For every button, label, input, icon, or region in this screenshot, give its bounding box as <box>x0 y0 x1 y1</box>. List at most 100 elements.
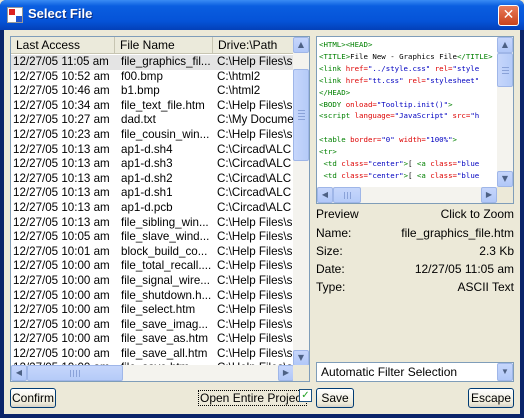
file-name-cell: f00.bmp <box>121 69 163 83</box>
file-list-row[interactable]: 12/27/05 10:34 am file_text_file.htm C:\He… <box>11 99 294 114</box>
file-list-row[interactable]: 12/27/05 10:13 am ap1-d.sh1 C:\Circad\ALC <box>11 186 294 201</box>
code-line: <script language="JavaScript" src="h <box>319 110 497 122</box>
preview-vertical-thumb[interactable] <box>497 53 513 87</box>
preview-horizontal-thumb[interactable] <box>333 187 361 203</box>
file-list-row[interactable]: 12/27/05 10:00 am file_shutdown.h... C:\He… <box>11 289 294 304</box>
file-list-row[interactable]: 12/27/05 10:13 am ap1-d.pcb C:\Circad\ALC <box>11 201 294 216</box>
code-token: class= <box>341 159 368 169</box>
app-icon <box>7 7 23 23</box>
scroll-up-icon[interactable]: ▲ <box>293 37 309 53</box>
size-label: Size: <box>316 244 343 258</box>
scroll-down-icon[interactable]: ▼ <box>293 350 309 366</box>
checkmark-icon[interactable]: ✓ <box>299 389 312 402</box>
preview-scroll-right-icon[interactable]: ▶ <box>481 187 497 203</box>
last-access-cell: 12/27/05 10:00 am <box>13 346 110 360</box>
file-list-row[interactable]: 12/27/05 11:05 am file_graphics_fil... C:\… <box>11 55 294 70</box>
file-name-cell: file_select.htm <box>121 303 196 317</box>
code-preview[interactable]: <HTML><HEAD> <TITLE>File New - Graphics F… <box>316 36 514 204</box>
code-preview-text: <HTML><HEAD> <TITLE>File New - Graphics F… <box>319 39 497 187</box>
file-list-row[interactable]: 12/27/05 10:13 am file_sibling_win... C:\H… <box>11 216 294 231</box>
code-token: "0" <box>381 135 395 145</box>
path-cell: C:\html2 <box>217 69 261 83</box>
close-button[interactable]: ✕ <box>498 5 519 26</box>
file-list-row[interactable]: 12/27/05 10:00 am file_select.htm C:\Help … <box>11 303 294 318</box>
confirm-button[interactable]: Confirm <box>10 388 56 408</box>
file-list-row[interactable]: 12/27/05 10:13 am ap1-d.sh2 C:\Circad\ALC <box>11 172 294 187</box>
title-bar[interactable]: Select File ✕ <box>0 0 524 30</box>
horizontal-scroll-thumb[interactable] <box>27 365 123 381</box>
code-token: "../style.css" <box>367 63 431 73</box>
last-access-cell: 12/27/05 10:13 am <box>13 215 110 229</box>
size-value: 2.3 Kb <box>479 244 514 258</box>
last-access-cell: 12/27/05 10:13 am <box>13 142 110 156</box>
last-access-cell: 12/27/05 10:00 am <box>13 303 110 317</box>
last-access-cell: 12/27/05 11:05 am <box>13 55 109 68</box>
file-list-row[interactable]: 12/27/05 10:05 am file_slave_wind... C:\He… <box>11 230 294 245</box>
code-token: "style <box>452 63 480 73</box>
code-token: <BODY <box>319 99 346 109</box>
code-token: [ <box>408 170 417 180</box>
path-cell: C:\Help Files\s <box>217 230 293 244</box>
last-access-cell: 12/27/05 10:13 am <box>13 157 110 171</box>
file-name-cell: file_cousin_win... <box>121 127 210 141</box>
path-cell: C:\Circad\ALC <box>217 157 292 171</box>
vertical-scroll-thumb[interactable] <box>293 69 309 161</box>
last-access-cell: 12/27/05 10:27 am <box>13 113 110 127</box>
code-token: <HTML><HEAD> <box>319 40 373 49</box>
code-token: <link <box>319 63 346 73</box>
column-file-name[interactable]: File Name <box>115 37 213 54</box>
scroll-left-icon[interactable]: ◀ <box>11 365 27 381</box>
column-drive-path[interactable]: Drive:\Path <box>213 37 294 54</box>
preview-scroll-up-icon[interactable]: ▲ <box>497 37 513 53</box>
last-access-cell: 12/27/05 10:00 am <box>13 288 110 302</box>
preview-vertical-scrollbar[interactable]: ▲ ▼ <box>497 37 513 187</box>
file-list-vertical-scrollbar[interactable]: ▲ ▼ <box>293 37 309 366</box>
window-title: Select File <box>28 6 93 21</box>
code-token: rel= <box>403 75 426 85</box>
code-token: </TITLE> <box>456 51 493 61</box>
code-token: <td <box>319 159 342 169</box>
file-list-row[interactable]: 12/27/05 10:00 am file_save_all.htm C:\Hel… <box>11 347 294 362</box>
code-token: href= <box>345 75 368 85</box>
preview-horizontal-scrollbar[interactable]: ◀ ▶ <box>317 187 497 203</box>
file-list-row[interactable]: 12/27/05 10:01 am block_build_co... C:\Hel… <box>11 245 294 260</box>
column-last-access[interactable]: Last Access <box>11 37 115 54</box>
path-cell: C:\Help Files\s <box>217 244 293 258</box>
file-list-row[interactable]: 12/27/05 10:00 am file_signal_wire... C:\H… <box>11 274 294 289</box>
open-entire-project-label[interactable]: Open Entire Project <box>198 390 307 406</box>
file-list-row[interactable]: 12/27/05 10:13 am ap1-d.sh3 C:\Circad\ALC <box>11 157 294 172</box>
last-access-cell: 12/27/05 10:00 am <box>13 332 110 346</box>
code-token: border= <box>350 135 382 145</box>
preview-scroll-down-icon[interactable]: ▼ <box>497 171 513 187</box>
filter-select[interactable]: Automatic Filter Selection ▼ <box>316 362 514 382</box>
save-button[interactable]: Save <box>316 388 354 408</box>
code-line: <td class="center">[ <a class="blue <box>319 158 497 170</box>
code-line: <link href="tt.css" rel="stylesheet" <box>319 75 497 87</box>
file-list-row[interactable]: 12/27/05 10:13 am ap1-d.sh4 C:\Circad\ALC <box>11 143 294 158</box>
file-list-row[interactable]: 12/27/05 10:46 am b1.bmp C:\html2 <box>11 84 294 99</box>
file-list-row[interactable]: 12/27/05 10:00 am file_save_as.htm C:\Help… <box>11 332 294 347</box>
chevron-down-icon[interactable]: ▼ <box>497 363 513 381</box>
preview-scroll-left-icon[interactable]: ◀ <box>317 187 333 203</box>
code-token: <table <box>319 135 351 145</box>
scroll-right-icon[interactable]: ▶ <box>278 365 294 381</box>
escape-button[interactable]: Escape <box>468 388 514 408</box>
click-to-zoom-link[interactable]: Click to Zoom <box>441 207 514 221</box>
file-list-header: Last Access File Name Drive:\Path <box>11 37 294 54</box>
path-cell: C:\Help Files\s <box>217 215 293 229</box>
code-token: <td <box>319 170 342 180</box>
preview-label: Preview <box>316 207 359 221</box>
name-label: Name: <box>316 226 352 240</box>
filter-select-value: Automatic Filter Selection <box>321 365 458 379</box>
file-list-row[interactable]: 12/27/05 10:52 am f00.bmp C:\html2 <box>11 70 294 85</box>
file-list-row[interactable]: 12/27/05 10:23 am file_cousin_win... C:\He… <box>11 128 294 143</box>
file-list-row[interactable]: 12/27/05 10:00 am file_total_recall.... C:… <box>11 259 294 274</box>
file-list-row[interactable]: 12/27/05 10:00 am file_save_imag... C:\Hel… <box>11 318 294 333</box>
file-list-row[interactable]: 12/27/05 10:27 am dad.txt C:\My Docume <box>11 113 294 128</box>
code-token: <tr> <box>319 147 337 157</box>
code-token: src= <box>448 111 471 121</box>
code-token: <a <box>416 170 431 180</box>
file-list[interactable]: Last Access File Name Drive:\Path 12/27/… <box>10 36 310 382</box>
file-list-horizontal-scrollbar[interactable]: ◀ ▶ <box>11 365 294 381</box>
file-name-cell: file_slave_wind... <box>121 230 210 244</box>
